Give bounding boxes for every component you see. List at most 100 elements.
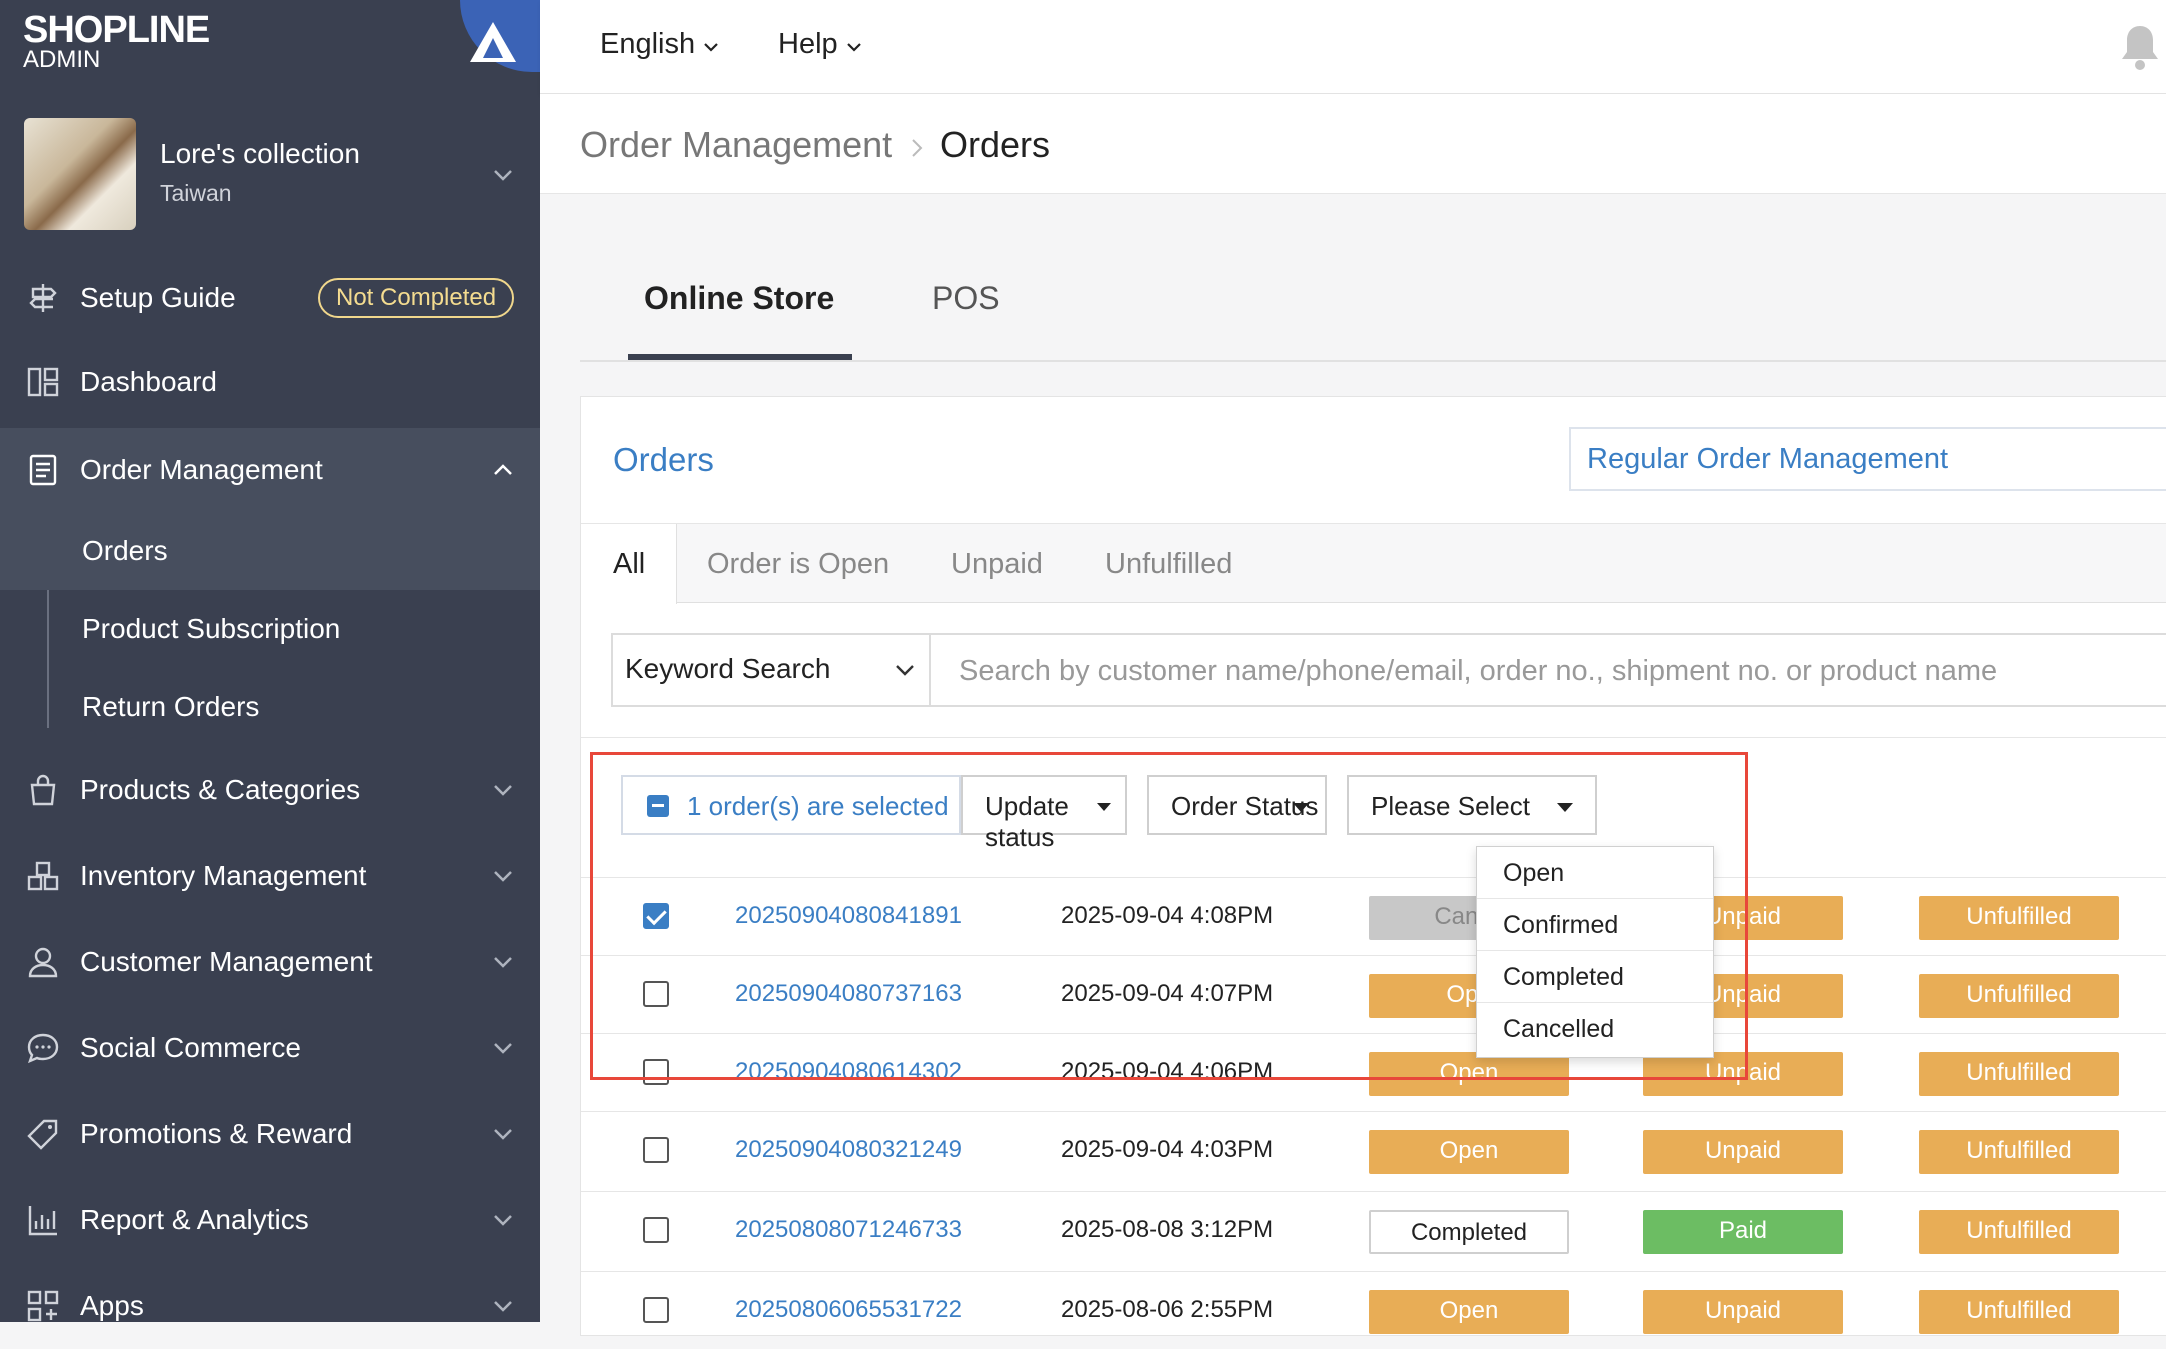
fulfillment-status-badge: Unfulfilled bbox=[1919, 1290, 2119, 1334]
sidebar-item-reports[interactable]: Report & Analytics bbox=[0, 1180, 540, 1260]
chevron-down-icon bbox=[896, 665, 914, 676]
language-label: English bbox=[600, 28, 696, 60]
chevron-down-icon bbox=[494, 1043, 512, 1054]
sidebar-item-label: Social Commerce bbox=[80, 1032, 301, 1063]
keyword-search-label: Keyword Search bbox=[625, 653, 831, 684]
sidebar-item-product-subscription[interactable]: Product Subscription bbox=[0, 590, 540, 668]
help-label: Help bbox=[778, 28, 838, 60]
sidebar-item-inventory[interactable]: Inventory Management bbox=[0, 836, 540, 916]
sidebar-item-promotions[interactable]: Promotions & Reward bbox=[0, 1094, 540, 1174]
fulfillment-status-badge: Unfulfilled bbox=[1919, 1052, 2119, 1096]
tab-online-store[interactable]: Online Store bbox=[644, 280, 834, 317]
sidebar-item-label: Inventory Management bbox=[80, 860, 367, 891]
apps-grid-icon bbox=[27, 1290, 59, 1322]
payment-status-badge: Unpaid bbox=[1643, 1290, 1843, 1334]
sidebar-item-label: Products & Categories bbox=[80, 774, 361, 805]
chevron-up-icon bbox=[494, 464, 512, 475]
payment-status-badge: Unpaid bbox=[1643, 1130, 1843, 1174]
sidebar-item-label: Customer Management bbox=[80, 946, 373, 977]
sidebar-item-label: Dashboard bbox=[80, 366, 217, 397]
store-name: Lore's collection bbox=[160, 138, 360, 169]
user-icon bbox=[28, 947, 58, 978]
row-checkbox[interactable] bbox=[643, 1297, 669, 1323]
order-id-link[interactable]: 20250806065531722 bbox=[735, 1296, 962, 1324]
store-avatar bbox=[24, 118, 136, 230]
sidebar-item-label: Apps bbox=[80, 1290, 144, 1321]
payment-status-badge: Paid bbox=[1643, 1210, 1843, 1254]
signpost-icon bbox=[29, 284, 57, 312]
order-id-link[interactable]: 20250808071246733 bbox=[735, 1216, 962, 1244]
triangle-logo-icon bbox=[470, 22, 516, 62]
channel-tabs: Online Store POS bbox=[580, 260, 2166, 362]
sidebar-item-orders[interactable]: Orders bbox=[0, 512, 540, 590]
page-title: Orders bbox=[940, 124, 1051, 165]
chevron-right-icon bbox=[912, 139, 923, 157]
filter-tab-unpaid[interactable]: Unpaid bbox=[951, 548, 1043, 581]
keyword-search-type[interactable]: Keyword Search bbox=[611, 633, 931, 707]
bell-icon[interactable] bbox=[2118, 22, 2162, 72]
filter-tabs: All Order is Open Unpaid Unfulfilled bbox=[581, 523, 2166, 604]
store-region: Taiwan bbox=[160, 180, 232, 206]
active-tab-indicator bbox=[628, 354, 852, 360]
order-id-link[interactable]: 20250904080321249 bbox=[735, 1136, 962, 1164]
sidebar: SHOPLINE ADMIN Lore's collection Taiwan … bbox=[0, 0, 540, 1322]
order-date: 2025-08-08 3:12PM bbox=[1061, 1216, 1274, 1243]
boxes-icon bbox=[27, 861, 59, 891]
row-checkbox[interactable] bbox=[643, 1217, 669, 1243]
order-date: 2025-09-04 4:03PM bbox=[1061, 1136, 1274, 1163]
table-row: 20250904080321249 2025-09-04 4:03PM Open… bbox=[581, 1111, 2166, 1189]
sidebar-item-label: Report & Analytics bbox=[80, 1204, 309, 1235]
dashboard-icon bbox=[27, 367, 59, 397]
tab-pos[interactable]: POS bbox=[932, 280, 1000, 317]
sidebar-item-label: Return Orders bbox=[82, 691, 260, 722]
chevron-down-icon bbox=[494, 785, 512, 796]
chevron-down-icon bbox=[494, 170, 512, 181]
sidebar-item-dashboard[interactable]: Dashboard bbox=[0, 342, 540, 422]
search-input[interactable]: Search by customer name/phone/email, ord… bbox=[931, 633, 2166, 707]
filter-tab-open[interactable]: Order is Open bbox=[707, 548, 889, 581]
sidebar-item-customers[interactable]: Customer Management bbox=[0, 922, 540, 1002]
chevron-down-icon bbox=[494, 1215, 512, 1226]
chevron-down-icon bbox=[494, 957, 512, 968]
sidebar-item-return-orders[interactable]: Return Orders bbox=[0, 668, 540, 746]
row-checkbox[interactable] bbox=[643, 1137, 669, 1163]
tag-icon bbox=[27, 1119, 58, 1150]
chevron-down-icon bbox=[704, 43, 718, 52]
sidebar-item-label: Setup Guide bbox=[80, 282, 236, 313]
shopline-logo[interactable]: SHOPLINE ADMIN bbox=[23, 10, 223, 72]
app-switch-corner[interactable] bbox=[460, 0, 540, 72]
sidebar-item-order-management[interactable]: Order Management bbox=[0, 428, 540, 512]
status-badge: Not Completed bbox=[318, 278, 515, 318]
table-row: 20250808071246733 2025-08-08 3:12PM Comp… bbox=[581, 1191, 2166, 1269]
chevron-down-icon bbox=[494, 1129, 512, 1140]
fulfillment-status-badge: Unfulfilled bbox=[1919, 1130, 2119, 1174]
help-menu[interactable]: Help bbox=[778, 28, 862, 61]
breadcrumb-parent[interactable]: Order Management bbox=[580, 124, 892, 166]
order-status-badge: Open bbox=[1369, 1290, 1569, 1334]
top-bar: English Help bbox=[540, 0, 2166, 94]
order-status-badge: Open bbox=[1369, 1130, 1569, 1174]
table-row: 20250806065531722 2025-08-06 2:55PM Open… bbox=[581, 1271, 2166, 1349]
bar-chart-icon bbox=[28, 1206, 57, 1236]
fulfillment-status-badge: Unfulfilled bbox=[1919, 1210, 2119, 1254]
brand-sub: ADMIN bbox=[23, 46, 101, 73]
filter-tab-unfulfilled[interactable]: Unfulfilled bbox=[1105, 548, 1232, 581]
shopping-bag-icon bbox=[30, 774, 56, 806]
sidebar-item-social[interactable]: Social Commerce bbox=[0, 1008, 540, 1088]
fulfillment-status-badge: Unfulfilled bbox=[1919, 896, 2119, 940]
store-switcher[interactable]: Lore's collection Taiwan bbox=[0, 118, 540, 230]
sidebar-item-products[interactable]: Products & Categories bbox=[0, 750, 540, 830]
sidebar-item-label: Orders bbox=[82, 535, 168, 566]
chevron-down-icon bbox=[494, 1301, 512, 1312]
order-mode-select[interactable]: Regular Order Management bbox=[1569, 427, 2166, 491]
sidebar-item-label: Order Management bbox=[80, 454, 323, 485]
order-date: 2025-08-06 2:55PM bbox=[1061, 1296, 1274, 1323]
highlight-annotation-box bbox=[590, 752, 1748, 1080]
sidebar-item-apps[interactable]: Apps bbox=[0, 1266, 540, 1346]
filter-tab-all[interactable]: All bbox=[613, 548, 645, 581]
language-menu[interactable]: English bbox=[600, 28, 719, 61]
card-title: Orders bbox=[613, 441, 714, 478]
clipboard-icon bbox=[29, 454, 57, 486]
brand-name: SHOPLINE bbox=[23, 9, 210, 51]
sidebar-item-label: Promotions & Reward bbox=[80, 1118, 353, 1149]
